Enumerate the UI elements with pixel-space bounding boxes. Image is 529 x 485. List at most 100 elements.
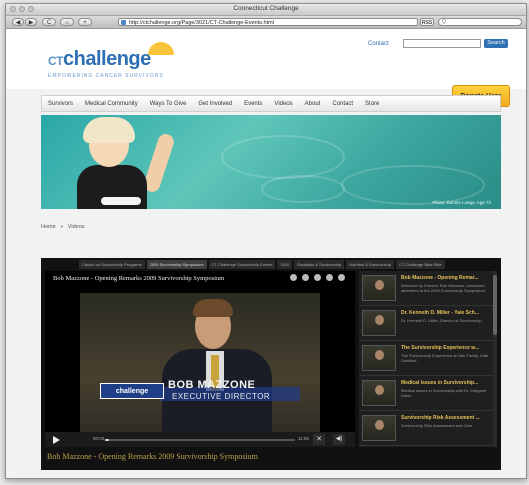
main-navigation: Survivors Medical Community Ways To Give… xyxy=(41,95,501,112)
pool-noodle xyxy=(101,197,141,205)
playlist-item-title[interactable]: Medical Issues in Survivorship... xyxy=(401,380,478,386)
logo-prefix: CT xyxy=(48,54,64,68)
breadcrumb-home[interactable]: Home xyxy=(41,224,56,230)
volume-icon[interactable]: ◀) xyxy=(333,434,345,445)
header-contact-link[interactable]: Contact xyxy=(368,41,389,47)
water-ripple xyxy=(261,175,345,203)
video-frame[interactable] xyxy=(80,293,320,433)
back-button[interactable]: ◀ xyxy=(12,18,24,26)
playlist-item-title[interactable]: The Survivorship Experience w... xyxy=(401,345,479,351)
add-bookmark-button[interactable]: + xyxy=(78,18,92,26)
video-category-tabs: Callout on Survivorship Programs 2009 Su… xyxy=(79,260,501,269)
photo-credit: Photo: Bonnie Longo, Age 72 xyxy=(432,200,491,205)
playlist-item-desc: Medical Issues in Survivorship with Dr. … xyxy=(401,388,487,398)
home-icon[interactable]: ⌂ xyxy=(60,18,74,26)
playlist-item[interactable]: Medical Issues in Survivorship... Medica… xyxy=(359,376,493,411)
lower-third-name: BOB MAZZONE xyxy=(168,379,256,391)
playlist-item-title[interactable]: Dr. Kenneth D. Miller - Yale Sch... xyxy=(401,310,479,316)
site-search-button[interactable]: Search xyxy=(484,39,508,48)
nav-item-ways-to-give[interactable]: Ways To Give xyxy=(144,101,193,107)
site-search-input[interactable] xyxy=(403,39,481,48)
window-title: Connecticut Challenge xyxy=(233,5,299,12)
video-thumbnail[interactable] xyxy=(362,275,396,301)
player-icon-bar xyxy=(290,274,345,281)
video-player[interactable]: Bob Mazzone - Opening Remarks 2009 Survi… xyxy=(45,271,355,447)
water-ripple xyxy=(341,165,485,205)
browser-search-field[interactable]: Q xyxy=(438,18,522,26)
tab-survivorship-events[interactable]: CT Challenge Survivorship Events xyxy=(208,260,276,269)
nav-item-about[interactable]: About xyxy=(299,101,327,107)
swimmer-arm xyxy=(142,131,176,195)
share-icon[interactable] xyxy=(314,274,321,281)
tab-radiation[interactable]: Radiation & Survivorship xyxy=(294,260,345,269)
nav-item-events[interactable]: Events xyxy=(238,101,268,107)
playlist-item-desc: Welcome by Director, Bob Mazzone, welcom… xyxy=(401,283,486,293)
email-icon[interactable] xyxy=(302,274,309,281)
playlist-item-desc: Dr. Kenneth D. Miller, Director of Survi… xyxy=(401,318,483,323)
address-bar[interactable]: http://ctchallenge.org/Page/3021/CT-Chal… xyxy=(118,18,418,26)
progress-fill xyxy=(105,439,109,441)
video-caption: Bob Mazzone - Opening Remarks 2009 Survi… xyxy=(47,452,258,461)
nav-item-medical-community[interactable]: Medical Community xyxy=(79,101,144,107)
video-thumbnail[interactable] xyxy=(362,380,396,406)
video-thumbnail[interactable] xyxy=(362,310,396,336)
playlist-scrollbar[interactable] xyxy=(493,271,497,447)
ct-challenge-logo[interactable]: CTchallenge EMPOWERING CANCER SURVIVORS xyxy=(48,42,174,79)
close-icon[interactable]: ✕ xyxy=(313,434,325,445)
playlist-item[interactable]: The Survivorship Experience w... The Sur… xyxy=(359,341,493,376)
breadcrumb: Home » Videos xyxy=(41,224,88,230)
lower-third-logo: challenge xyxy=(100,383,164,399)
breadcrumb-current: Videos xyxy=(67,224,85,230)
site-header: CTchallenge EMPOWERING CANCER SURVIVORS … xyxy=(6,29,526,89)
playlist-item-title[interactable]: Bob Mazzone - Opening Remar... xyxy=(401,275,479,281)
nav-item-contact[interactable]: Contact xyxy=(326,101,359,107)
tab-nutrition[interactable]: Nutrition & Survivorship xyxy=(346,260,394,269)
nav-item-videos[interactable]: Videos xyxy=(268,101,298,107)
playlist-item-title[interactable]: Survivorship Risk Assessment ... xyxy=(401,415,480,421)
title-bar: Connecticut Challenge xyxy=(6,4,526,16)
logo-text: CTchallenge xyxy=(48,49,164,71)
lower-third-role: EXECUTIVE DIRECTOR xyxy=(172,392,271,401)
settings-icon[interactable] xyxy=(338,274,345,281)
video-lower-third: challenge BOB MAZZONE EXECUTIVE DIRECTOR xyxy=(100,379,300,407)
scrollbar-thumb[interactable] xyxy=(493,275,497,335)
video-title: Bob Mazzone - Opening Remarks 2009 Survi… xyxy=(53,275,225,282)
rss-icon[interactable]: RSS xyxy=(420,18,434,26)
site-favicon-icon xyxy=(121,20,126,25)
video-gallery: Callout on Survivorship Programs 2009 Su… xyxy=(41,258,501,470)
nav-item-store[interactable]: Store xyxy=(359,101,385,107)
info-icon[interactable] xyxy=(290,274,297,281)
reload-button[interactable]: C xyxy=(42,18,56,26)
tab-2009-symposium[interactable]: 2009 Survivorship Symposium xyxy=(146,260,207,269)
video-thumbnail[interactable] xyxy=(362,415,396,441)
water-ripple xyxy=(221,135,345,179)
nav-item-survivors[interactable]: Survivors xyxy=(42,101,79,107)
video-playlist: Bob Mazzone - Opening Remar... Welcome b… xyxy=(359,271,493,447)
play-icon[interactable] xyxy=(53,436,60,444)
address-bar-url: http://ctchallenge.org/Page/3021/CT-Chal… xyxy=(129,20,274,26)
playlist-item[interactable]: Survivorship Risk Assessment ... Survivo… xyxy=(359,411,493,446)
player-controls: 00:00 11:05 ✕ ◀) xyxy=(45,432,355,447)
logo-main: challenge xyxy=(63,48,151,70)
sun-icon xyxy=(148,42,174,55)
speaker-hair xyxy=(193,299,233,317)
tab-callout-on-survivorship[interactable]: Callout on Survivorship Programs xyxy=(79,260,145,269)
nav-item-get-involved[interactable]: Get Involved xyxy=(192,101,238,107)
playlist-item[interactable]: Dr. Kenneth D. Miller - Yale Sch... Dr. … xyxy=(359,306,493,341)
web-page: CTchallenge EMPOWERING CANCER SURVIVORS … xyxy=(6,29,526,478)
total-time: 11:05 xyxy=(298,436,309,441)
forward-button[interactable]: ▶ xyxy=(25,18,37,26)
playlist-item-desc: Survivorship Risk Assessment and Care. xyxy=(401,423,474,428)
video-thumbnail[interactable] xyxy=(362,345,396,371)
browser-toolbar: ◀ ▶ C ⌂ + http://ctchallenge.org/Page/30… xyxy=(6,16,526,29)
playlist-item-desc: The Survivorship Experience at Yale Fami… xyxy=(401,353,489,363)
tab-2010[interactable]: 2010 xyxy=(277,260,293,269)
swimmer-hair xyxy=(83,117,135,143)
current-time: 00:00 xyxy=(93,436,105,441)
tab-bike-ride[interactable]: CT Challenge Bike Ride xyxy=(395,260,445,269)
logo-tagline: EMPOWERING CANCER SURVIVORS xyxy=(48,73,164,79)
progress-bar[interactable] xyxy=(105,439,295,441)
playlist-item[interactable]: Bob Mazzone - Opening Remar... Welcome b… xyxy=(359,271,493,306)
breadcrumb-separator: » xyxy=(60,224,64,230)
link-icon[interactable] xyxy=(326,274,333,281)
